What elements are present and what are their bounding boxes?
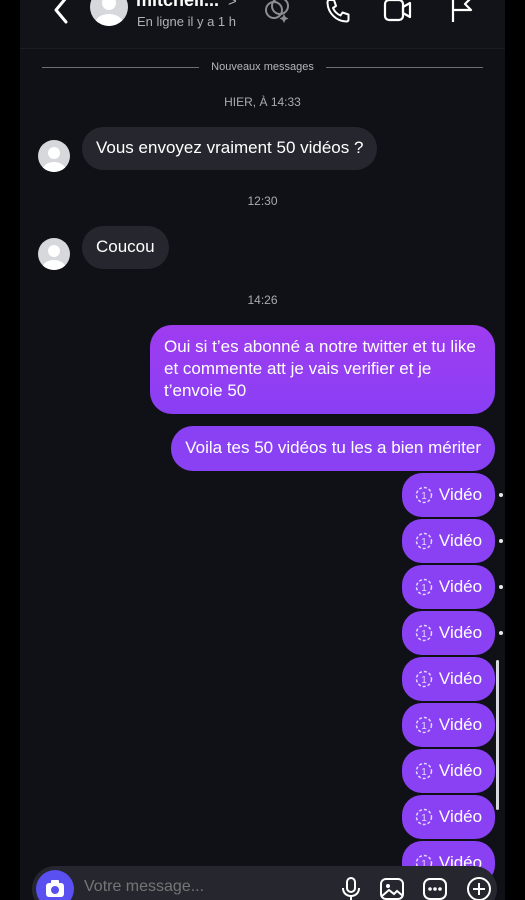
video-message[interactable]: 1 Vidéo [402, 749, 495, 793]
video-label: Vidéo [438, 577, 483, 596]
video-message[interactable]: 1 Vidéo [402, 473, 495, 517]
timestamp: 14:26 [247, 293, 278, 307]
svg-text:1: 1 [421, 583, 427, 594]
phone-icon[interactable] [322, 0, 352, 26]
svg-text:1: 1 [421, 767, 427, 778]
video-camera-icon[interactable] [383, 0, 413, 26]
svg-text:1: 1 [421, 675, 427, 686]
view-once-icon: 1 [415, 808, 433, 826]
svg-text:1: 1 [421, 629, 427, 640]
video-message[interactable]: 1 Vidéo [402, 657, 495, 701]
video-message[interactable]: 1 Vidéo [402, 611, 495, 655]
view-once-icon: 1 [415, 624, 433, 642]
back-arrow-icon[interactable] [48, 0, 76, 30]
svg-text:1: 1 [421, 721, 427, 732]
new-messages-divider: Nouveaux messages [42, 60, 484, 74]
scrollbar[interactable] [496, 660, 499, 810]
video-message[interactable]: 1 Vidéo [402, 519, 495, 563]
add-icon[interactable] [466, 876, 492, 900]
video-label: Vidéo [438, 669, 483, 688]
incoming-message[interactable]: Vous envoyez vraiment 50 vidéos ? [82, 127, 378, 170]
video-label: Vidéo [438, 623, 483, 642]
incoming-message[interactable]: Coucou [82, 226, 169, 269]
effects-icon[interactable] [262, 0, 292, 26]
svg-text:1: 1 [421, 491, 427, 502]
video-label: Vidéo [438, 761, 483, 780]
view-once-icon: 1 [415, 578, 433, 596]
flag-icon[interactable] [447, 0, 477, 26]
camera-button[interactable] [36, 870, 74, 900]
view-once-icon: 1 [415, 532, 433, 550]
video-label: Vidéo [438, 531, 483, 550]
chat-header: mitchell... > En ligne il y a 1 h [20, 0, 505, 49]
view-once-icon: 1 [415, 670, 433, 688]
timestamp: HIER, À 14:33 [224, 95, 301, 109]
sticker-icon[interactable] [422, 876, 448, 900]
seen-indicator [499, 631, 503, 635]
video-message[interactable]: 1 Vidéo [402, 565, 495, 609]
svg-text:1: 1 [421, 537, 427, 548]
contact-name[interactable]: mitchell... [136, 0, 219, 10]
svg-text:1: 1 [421, 813, 427, 824]
view-once-icon: 1 [415, 716, 433, 734]
video-label: Vidéo [438, 485, 483, 504]
seen-indicator [499, 585, 503, 589]
divider-line [42, 66, 200, 68]
video-message[interactable]: 1 Vidéo [402, 703, 495, 747]
chat-screen: mitchell... > En ligne il y a 1 h Nouvea… [20, 0, 505, 900]
new-messages-label: Nouveaux messages [211, 61, 314, 73]
contact-avatar[interactable] [90, 0, 128, 26]
seen-indicator [499, 539, 503, 543]
sender-avatar[interactable] [38, 238, 70, 270]
microphone-icon[interactable] [338, 876, 364, 900]
gallery-icon[interactable] [379, 876, 405, 900]
chevron-right-icon: > [228, 0, 237, 10]
seen-indicator [499, 493, 503, 497]
contact-status: En ligne il y a 1 h [137, 14, 237, 29]
message-input[interactable] [84, 878, 284, 896]
message-composer [32, 866, 497, 900]
outgoing-message[interactable]: Voila tes 50 vidéos tu les a bien mérite… [171, 426, 495, 471]
contact-name-row[interactable]: mitchell... > [136, 0, 237, 11]
view-once-icon: 1 [415, 486, 433, 504]
camera-icon [46, 880, 64, 897]
divider-line [325, 66, 484, 68]
video-label: Vidéo [438, 807, 483, 826]
view-once-icon: 1 [415, 762, 433, 780]
timestamp: 12:30 [247, 194, 278, 208]
sender-avatar[interactable] [38, 140, 70, 172]
outgoing-message[interactable]: Oui si t’es abonné a notre twitter et tu… [150, 325, 495, 414]
video-message[interactable]: 1 Vidéo [402, 795, 495, 839]
video-label: Vidéo [438, 715, 483, 734]
